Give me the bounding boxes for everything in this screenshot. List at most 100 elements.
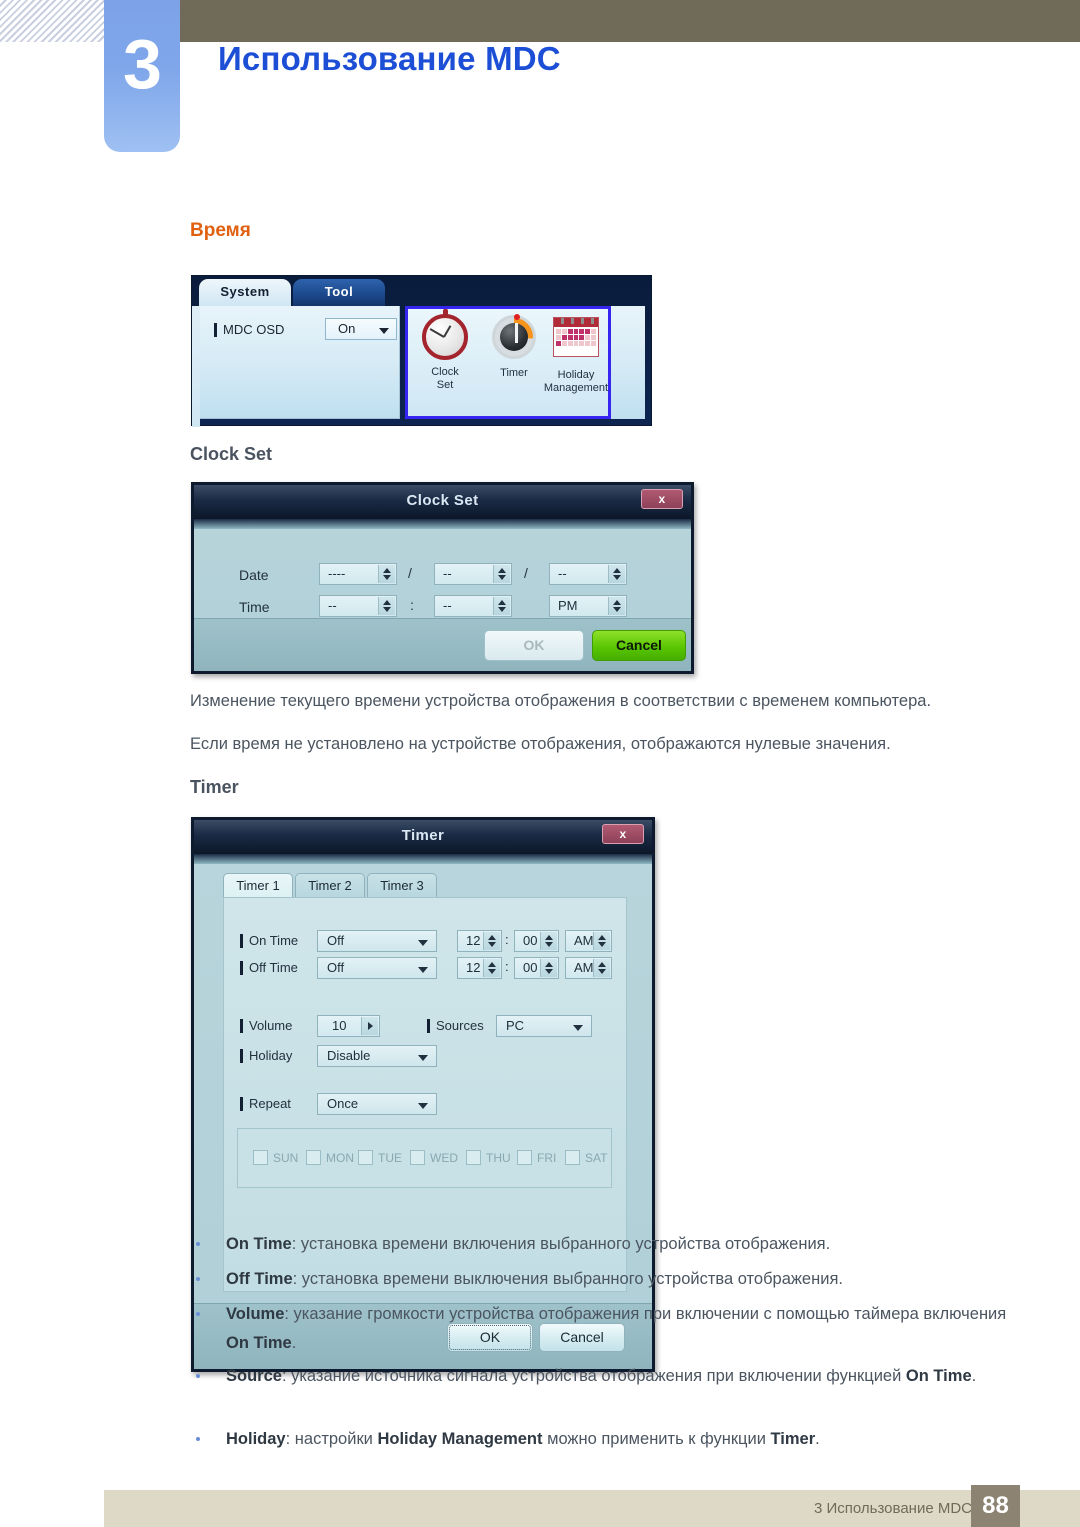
- clock-set-ok-button[interactable]: OK: [484, 630, 584, 661]
- off-time-meridiem-spinner[interactable]: AM: [565, 957, 612, 979]
- bullet-volume-rest: : указание громкости устройства отображе…: [284, 1305, 1007, 1323]
- label-thu: THU: [486, 1151, 511, 1165]
- ribbon-item-clock-set[interactable]: Clock Set: [413, 309, 477, 391]
- spinner-arrows-icon[interactable]: [608, 597, 625, 615]
- close-icon[interactable]: x: [641, 489, 683, 509]
- chevron-down-icon: [418, 967, 428, 973]
- bullet-on-time: On Time: установка времени включения выб…: [226, 1230, 1016, 1259]
- tab-timer-2[interactable]: Timer 2: [295, 873, 365, 898]
- spinner-arrows-icon[interactable]: [493, 597, 510, 615]
- clock-set-month-spinner[interactable]: --: [434, 563, 512, 585]
- chevron-down-icon: [379, 328, 389, 334]
- spinner-arrows-icon[interactable]: [483, 932, 500, 950]
- off-time-hour-value: 12: [466, 960, 481, 975]
- bullet-source-term2: On Time: [905, 1367, 972, 1385]
- checkbox-fri[interactable]: [517, 1150, 532, 1165]
- clock-set-titlebar: Clock Set x: [194, 485, 691, 519]
- bullet-marker: [196, 1312, 200, 1316]
- bullet-source-term: Source: [226, 1367, 282, 1385]
- clock-set-minute-spinner[interactable]: --: [434, 595, 512, 617]
- clock-set-hour-spinner[interactable]: --: [319, 595, 397, 617]
- page-title: Использование MDC: [218, 40, 561, 77]
- ribbon-tab-strip: System Tool: [192, 276, 653, 306]
- ribbon-item-holiday-line2: Management: [543, 381, 609, 394]
- spinner-arrows-icon[interactable]: [540, 932, 557, 950]
- calendar-icon: [542, 317, 610, 367]
- checkbox-sun[interactable]: [253, 1150, 268, 1165]
- on-time-meridiem-spinner[interactable]: AM: [565, 930, 612, 952]
- off-time-mode-combo[interactable]: Off: [317, 957, 437, 979]
- mdc-osd-value: On: [338, 321, 356, 336]
- off-time-hour-spinner[interactable]: 12: [457, 957, 502, 979]
- field-marker-icon: [240, 1048, 243, 1063]
- spinner-arrows-icon[interactable]: [378, 597, 395, 615]
- subheading-clock-set: Clock Set: [190, 444, 273, 464]
- volume-increase-icon[interactable]: [361, 1017, 378, 1035]
- clock-set-meridiem-value: PM: [558, 598, 578, 613]
- bullet-holiday-mid: можно применить к функции: [542, 1430, 771, 1448]
- repeat-combo[interactable]: Once: [317, 1093, 437, 1115]
- checkbox-sat[interactable]: [565, 1150, 580, 1165]
- bullet-holiday-rest: : настройки: [285, 1430, 378, 1448]
- ribbon-item-timer[interactable]: Timer: [482, 312, 546, 380]
- clock-set-meridiem-spinner[interactable]: PM: [549, 595, 627, 617]
- ribbon-tab-system[interactable]: System: [199, 279, 291, 306]
- mdc-ribbon-screenshot: System Tool MDC OSD On Clock Set Timer H…: [191, 275, 653, 427]
- checkbox-thu[interactable]: [466, 1150, 481, 1165]
- spinner-arrows-icon[interactable]: [608, 565, 625, 583]
- clock-set-year-spinner[interactable]: ----: [319, 563, 397, 585]
- clock-set-cancel-button[interactable]: Cancel: [592, 630, 686, 661]
- off-time-meridiem-value: AM: [574, 960, 594, 975]
- spinner-arrows-icon[interactable]: [493, 565, 510, 583]
- holiday-label: Holiday: [249, 1048, 293, 1063]
- sources-combo[interactable]: PC: [496, 1015, 592, 1037]
- spinner-arrows-icon[interactable]: [593, 932, 610, 950]
- volume-stepper[interactable]: 10: [317, 1015, 380, 1037]
- clock-set-time-label: Time: [239, 599, 270, 615]
- off-time-minute-spinner[interactable]: 00: [514, 957, 559, 979]
- chevron-down-icon: [418, 940, 428, 946]
- checkbox-tue[interactable]: [358, 1150, 373, 1165]
- spinner-arrows-icon[interactable]: [483, 959, 500, 977]
- clock-icon: [413, 309, 477, 364]
- tab-timer-1[interactable]: Timer 1: [223, 873, 293, 898]
- mdc-osd-select[interactable]: On: [325, 318, 397, 340]
- holiday-combo[interactable]: Disable: [317, 1045, 437, 1067]
- ribbon-tab-tool[interactable]: Tool: [293, 279, 385, 306]
- spinner-arrows-icon[interactable]: [593, 959, 610, 977]
- field-marker-icon: [240, 933, 243, 948]
- bullet-source-rest: : указание источника сигнала устройства …: [281, 1367, 906, 1385]
- bullet-source: Source: указание источника сигнала устро…: [226, 1362, 1016, 1391]
- on-time-hour-spinner[interactable]: 12: [457, 930, 502, 952]
- ribbon-item-holiday-management[interactable]: Holiday Management: [542, 312, 610, 394]
- header-olive-bar: [178, 0, 1080, 42]
- on-time-mode-combo[interactable]: Off: [317, 930, 437, 952]
- field-marker-icon: [240, 960, 243, 975]
- checkbox-mon[interactable]: [306, 1150, 321, 1165]
- chapter-number-badge: 3: [104, 0, 180, 152]
- on-time-hour-value: 12: [466, 933, 481, 948]
- on-time-minute-spinner[interactable]: 00: [514, 930, 559, 952]
- clock-set-day-spinner[interactable]: --: [549, 563, 627, 585]
- clock-set-date-label: Date: [239, 567, 269, 583]
- bullet-volume-term2: On Time: [226, 1334, 292, 1352]
- bullet-source-tail: .: [971, 1367, 977, 1385]
- field-marker-icon: [214, 322, 217, 337]
- close-icon[interactable]: x: [602, 824, 644, 844]
- date-separator-1: /: [408, 565, 412, 581]
- page-number: 88: [971, 1485, 1020, 1527]
- off-time-minute-value: 00: [523, 960, 538, 975]
- spinner-arrows-icon[interactable]: [378, 565, 395, 583]
- hatch-decoration: [0, 0, 118, 42]
- clock-set-dialog: Clock Set x Date ---- / -- / -- Time -- …: [191, 482, 694, 674]
- bullet-off-time: Off Time: установка времени выключения в…: [226, 1265, 1016, 1294]
- off-time-mode-value: Off: [327, 960, 345, 975]
- bullet-holiday-tail: .: [815, 1430, 820, 1448]
- footer-chapter-label: 3 Использование MDC: [813, 1500, 972, 1517]
- tab-timer-3[interactable]: Timer 3: [367, 873, 437, 898]
- volume-label: Volume: [249, 1018, 293, 1033]
- checkbox-wed[interactable]: [410, 1150, 425, 1165]
- date-separator-2: /: [524, 565, 528, 581]
- spinner-arrows-icon[interactable]: [540, 959, 557, 977]
- bullet-off-time-rest: : установка времени выключения выбранног…: [292, 1270, 843, 1288]
